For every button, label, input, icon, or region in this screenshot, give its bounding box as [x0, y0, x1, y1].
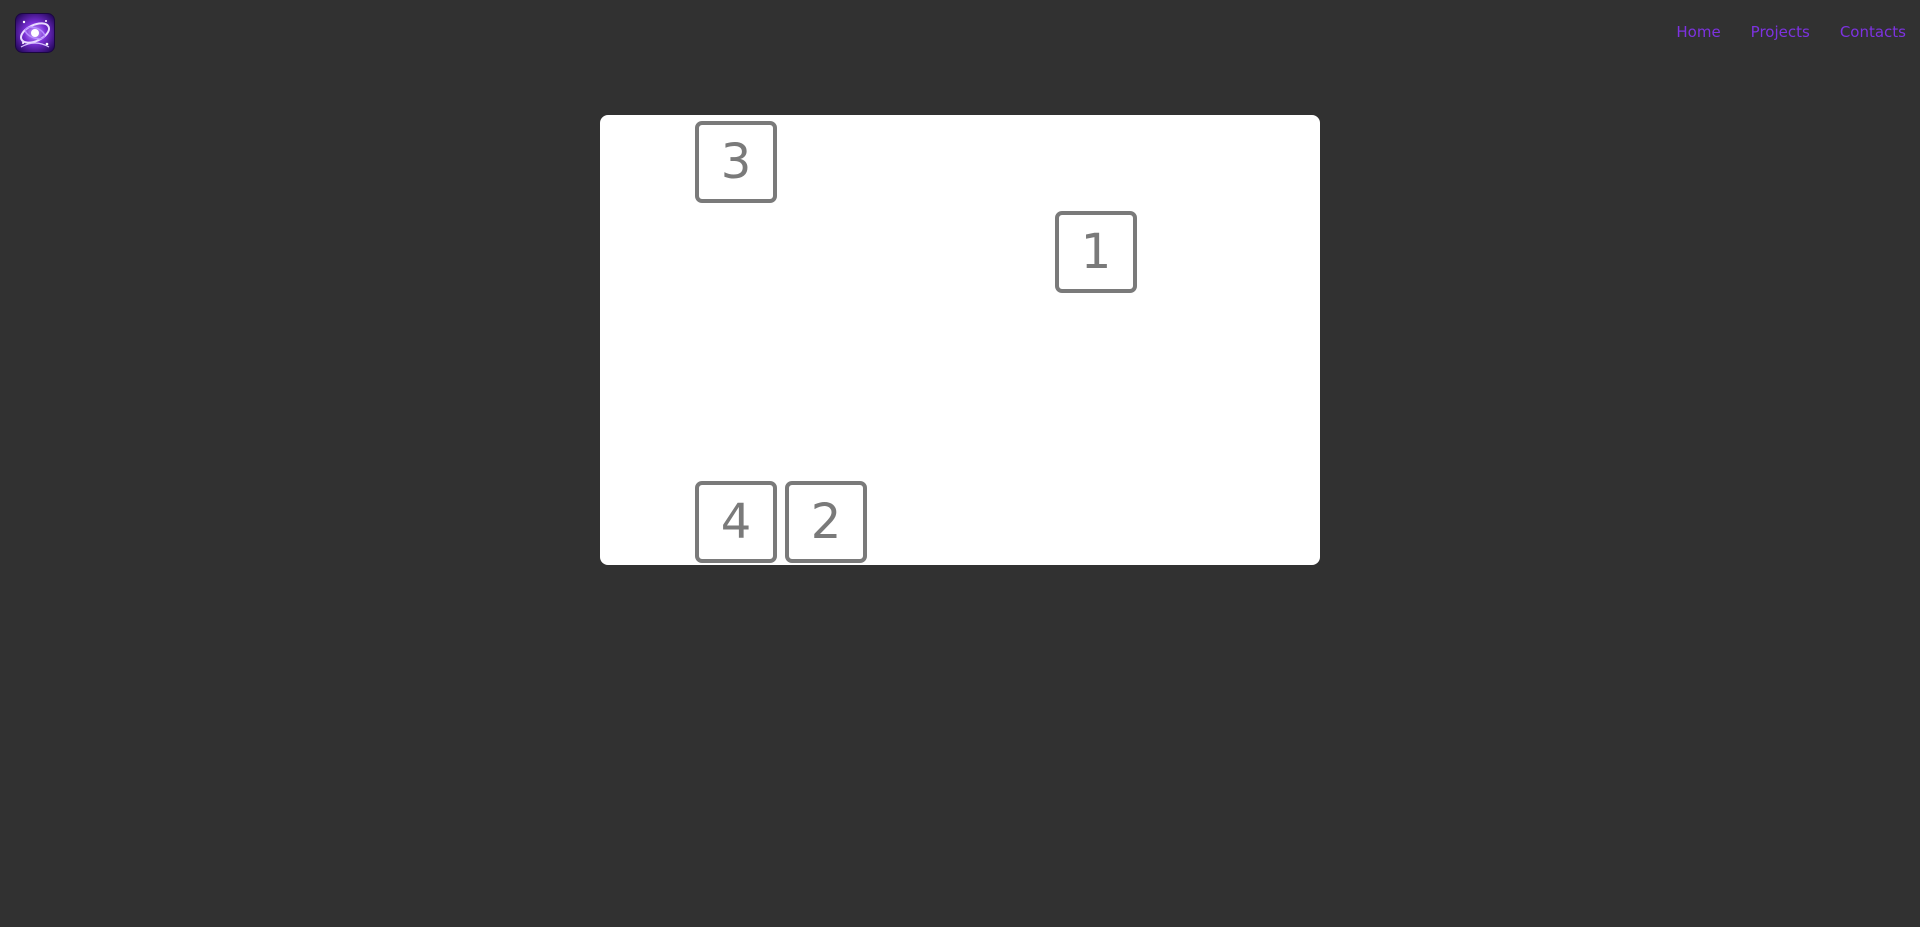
main-nav: Home Projects Contacts — [1676, 22, 1906, 42]
tile-3[interactable]: 3 — [695, 121, 777, 203]
galaxy-logo-icon[interactable] — [15, 13, 55, 53]
nav-link-contacts[interactable]: Contacts — [1840, 22, 1906, 42]
tile-1[interactable]: 1 — [1055, 211, 1137, 293]
top-bar: Home Projects Contacts — [0, 0, 1920, 66]
tile-4[interactable]: 4 — [695, 481, 777, 563]
nav-link-home[interactable]: Home — [1676, 22, 1720, 42]
nav-link-projects[interactable]: Projects — [1751, 22, 1810, 42]
puzzle-board: 3 1 4 2 — [600, 115, 1320, 565]
tile-label: 3 — [720, 134, 752, 190]
tile-label: 4 — [720, 494, 752, 550]
tile-label: 1 — [1080, 224, 1112, 280]
tile-label: 2 — [810, 494, 842, 550]
tile-2[interactable]: 2 — [785, 481, 867, 563]
